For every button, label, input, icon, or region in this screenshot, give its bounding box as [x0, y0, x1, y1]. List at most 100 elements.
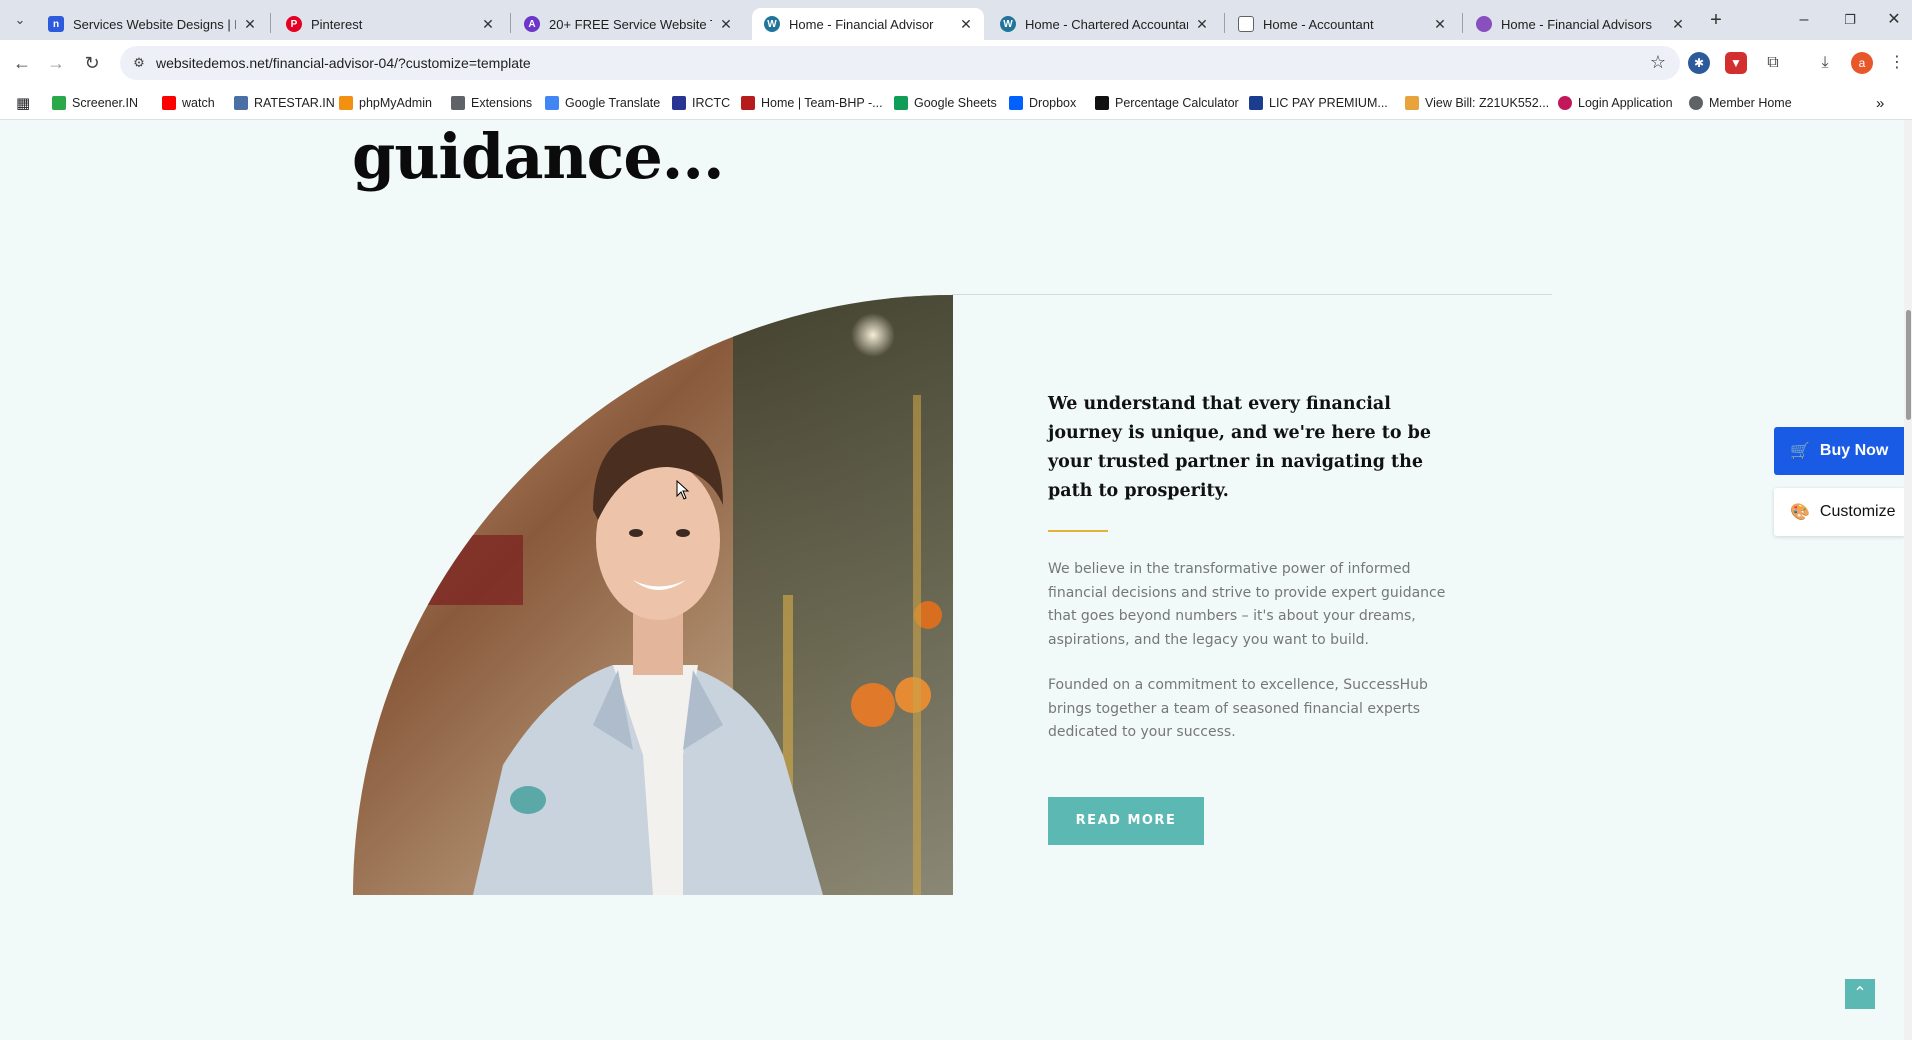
close-tab-icon[interactable]: ✕: [1670, 16, 1686, 33]
tab-title: 20+ FREE Service Website Temp: [549, 16, 712, 32]
section-heading: guidance...: [352, 120, 725, 193]
bookmark-view-bill[interactable]: View Bill: Z21UK552...: [1405, 94, 1549, 112]
forward-icon[interactable]: →: [42, 49, 70, 77]
close-tab-icon[interactable]: ✕: [242, 16, 258, 33]
accent-divider: [1048, 530, 1108, 532]
tab-title: Home - Financial Advisor: [789, 16, 934, 32]
wordpress-icon: W: [764, 16, 780, 32]
globe-icon: [1689, 96, 1703, 110]
bookmark-watch[interactable]: watch: [162, 94, 215, 112]
bookmark-irctc[interactable]: IRCTC: [672, 94, 730, 112]
about-paragraph-1: We believe in the transformative power o…: [1048, 561, 1446, 648]
bookmark-login-application[interactable]: Login Application: [1558, 94, 1673, 112]
close-tab-icon[interactable]: ✕: [1432, 16, 1448, 33]
sheets-icon: [894, 96, 908, 110]
palette-icon: 🎨: [1790, 504, 1810, 521]
bookmark-star-icon[interactable]: ☆: [1650, 52, 1666, 73]
about-paragraph-2: Founded on a commitment to excellence, S…: [1048, 677, 1428, 740]
tab-search-chevron-icon[interactable]: ⌄: [6, 6, 34, 34]
about-content: We understand that every financial journ…: [1048, 390, 1448, 845]
back-icon[interactable]: ←: [8, 49, 36, 77]
lead-statement: We understand that every financial journ…: [1048, 394, 1431, 501]
astra-icon: A: [524, 16, 540, 32]
close-tab-icon[interactable]: ✕: [718, 16, 734, 33]
site-info-icon[interactable]: ⚙: [130, 54, 148, 72]
tab-title: Home - Financial Advisors: [1501, 16, 1652, 32]
extension-globe-icon[interactable]: ✱: [1688, 52, 1710, 74]
bookmark-screener[interactable]: Screener.IN: [52, 94, 138, 112]
bookmarks-bar: ▦ Screener.IN watch RATESTAR.IN phpMyAdm…: [0, 86, 1912, 120]
youtube-icon: [162, 96, 176, 110]
tab-services-website-designs[interactable]: n Services Website Designs | Nice ✕: [36, 8, 268, 40]
bookmark-percentage-calculator[interactable]: Percentage Calculator: [1095, 94, 1239, 112]
menu-kebab-icon[interactable]: ⋮: [1886, 52, 1908, 74]
site-icon: [1476, 16, 1492, 32]
profile-avatar[interactable]: a: [1851, 52, 1873, 74]
downloads-icon[interactable]: ⤓: [1814, 52, 1836, 74]
apps-grid-icon[interactable]: ▦: [16, 94, 30, 112]
bookmark-ratestar[interactable]: RATESTAR.IN: [234, 94, 335, 112]
teambhp-icon: [741, 96, 755, 110]
extension-shield-icon[interactable]: ▼: [1725, 52, 1747, 74]
page-scrollbar[interactable]: [1904, 120, 1912, 1040]
more-bookmarks-chevron-icon[interactable]: »: [1876, 94, 1884, 112]
bookmark-google-sheets[interactable]: Google Sheets: [894, 94, 997, 112]
dropbox-icon: [1009, 96, 1023, 110]
customize-button[interactable]: 🎨 Customize: [1774, 488, 1905, 536]
translate-icon: [545, 96, 559, 110]
address-bar[interactable]: ⚙ websitedemos.net/financial-advisor-04/…: [120, 46, 1680, 80]
phpmyadmin-icon: [339, 96, 353, 110]
puzzle-icon: [451, 96, 465, 110]
close-tab-icon[interactable]: ✕: [480, 16, 496, 33]
restore-icon[interactable]: ❐: [1832, 6, 1868, 34]
scrollbar-thumb[interactable]: [1906, 310, 1911, 420]
read-more-button[interactable]: READ MORE: [1048, 796, 1204, 845]
extensions-puzzle-icon[interactable]: ⧉: [1762, 52, 1784, 74]
bookmark-phpmyadmin[interactable]: phpMyAdmin: [339, 94, 432, 112]
new-tab-icon[interactable]: +: [1698, 6, 1734, 34]
customize-label: Customize: [1819, 503, 1896, 520]
chart-bars-icon: [52, 96, 66, 110]
tab-pinterest[interactable]: P Pinterest ✕: [274, 8, 506, 40]
mouse-cursor-icon: [676, 480, 690, 500]
bill-icon: [1405, 96, 1419, 110]
tab-title: Home - Accountant: [1263, 16, 1374, 32]
chevron-up-icon: ⌃: [1853, 985, 1867, 1002]
url-text[interactable]: websitedemos.net/financial-advisor-04/?c…: [156, 55, 531, 71]
tab-home-chartered-accountant[interactable]: W Home - Chartered Accountant ✕: [988, 8, 1220, 40]
login-icon: [1558, 96, 1572, 110]
tab-title: Home - Chartered Accountant: [1025, 16, 1188, 32]
cart-icon: 🛒: [1790, 443, 1810, 460]
bookmark-member-home[interactable]: Member Home: [1689, 94, 1792, 112]
irctc-icon: [672, 96, 686, 110]
bookmark-extensions[interactable]: Extensions: [451, 94, 532, 112]
window-close-icon[interactable]: ✕: [1876, 6, 1912, 34]
tab-home-financial-advisors[interactable]: Home - Financial Advisors ✕: [1464, 8, 1696, 40]
divider-line: [952, 294, 1552, 295]
tab-strip: ⌄ n Services Website Designs | Nice ✕ P …: [0, 0, 1912, 40]
close-tab-icon[interactable]: ✕: [1194, 16, 1210, 33]
wordpress-icon: W: [1000, 16, 1016, 32]
buy-now-button[interactable]: 🛒 Buy Now: [1774, 427, 1905, 475]
bookmark-team-bhp[interactable]: Home | Team-BHP -...: [741, 94, 883, 112]
lic-icon: [1249, 96, 1263, 110]
tab-title: Pinterest: [311, 16, 363, 32]
tab-title: Services Website Designs | Nice: [73, 16, 236, 32]
tab-home-financial-advisor[interactable]: W Home - Financial Advisor ✕: [752, 8, 984, 40]
ratestar-icon: [234, 96, 248, 110]
bookmark-lic-pay-premium[interactable]: LIC PAY PREMIUM...: [1249, 94, 1388, 112]
bookmark-google-translate[interactable]: Google Translate: [545, 94, 660, 112]
close-tab-icon[interactable]: ✕: [958, 16, 974, 33]
pinterest-icon: P: [286, 16, 302, 32]
scroll-to-top-button[interactable]: ⌃: [1845, 979, 1875, 1009]
tab-free-service-website-templates[interactable]: A 20+ FREE Service Website Temp ✕: [512, 8, 744, 40]
percent-icon: [1095, 96, 1109, 110]
nicepage-icon: n: [48, 16, 64, 32]
tab-home-accountant[interactable]: Home - Accountant ✕: [1226, 8, 1458, 40]
minimize-icon[interactable]: –: [1786, 6, 1822, 34]
advisor-photo: [353, 295, 953, 895]
buy-now-label: Buy Now: [1819, 442, 1889, 459]
browser-toolbar: ← → ↻ ⚙ websitedemos.net/financial-advis…: [0, 40, 1912, 86]
reload-icon[interactable]: ↻: [78, 49, 106, 77]
bookmark-dropbox[interactable]: Dropbox: [1009, 94, 1076, 112]
